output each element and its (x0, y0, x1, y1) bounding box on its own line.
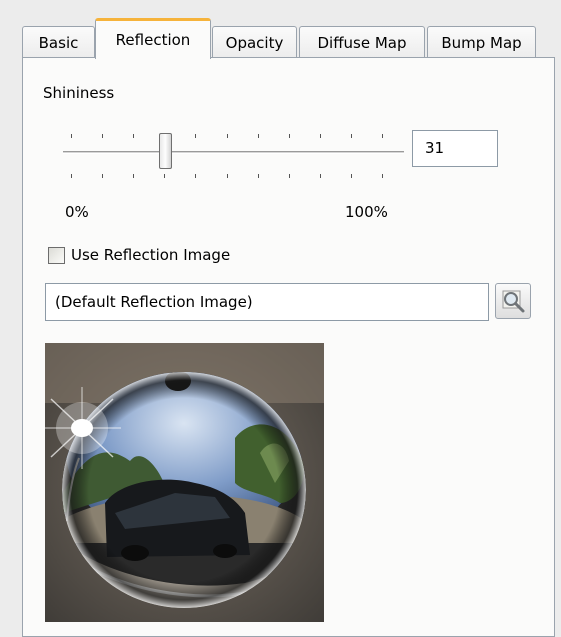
slider-tick (133, 174, 135, 178)
slider-tick (102, 174, 104, 178)
tab-basic[interactable]: Basic (22, 26, 95, 58)
slider-tick (350, 174, 352, 178)
slider-tick (288, 174, 290, 178)
slider-min-label: 0% (65, 203, 89, 221)
use-reflection-image-label[interactable]: Use Reflection Image (71, 246, 230, 264)
slider-max-label: 100% (345, 203, 388, 221)
slider-tick (164, 174, 166, 178)
slider-tick (257, 134, 259, 138)
reflection-panel: Shininess 31 0% 100% Use Reflection Imag… (22, 57, 555, 637)
slider-tick (288, 134, 290, 138)
slider-tick (382, 174, 383, 178)
slider-tick (102, 134, 104, 138)
reflection-image-preview (45, 343, 324, 622)
use-reflection-image-checkbox[interactable] (48, 247, 65, 264)
slider-tick (195, 174, 197, 178)
slider-tick (350, 134, 352, 138)
slider-tick (319, 134, 321, 138)
slider-tick (226, 134, 228, 138)
tab-diffuse-map[interactable]: Diffuse Map (299, 26, 425, 58)
slider-tick (71, 134, 72, 138)
tab-opacity[interactable]: Opacity (212, 26, 297, 58)
shininess-label: Shininess (43, 84, 115, 102)
slider-tick (257, 174, 259, 178)
slider-tick (319, 174, 321, 178)
browse-button[interactable] (495, 283, 531, 319)
slider-tick (195, 134, 197, 138)
shininess-value-input[interactable]: 31 (412, 130, 498, 167)
slider-tick (382, 134, 383, 138)
tab-reflection[interactable]: Reflection (95, 18, 211, 59)
slider-tick (71, 174, 72, 178)
reflection-image-path-field[interactable]: (Default Reflection Image) (45, 283, 489, 321)
slider-tick (133, 134, 135, 138)
chrome-sphere-image (45, 343, 324, 622)
magnifier-icon (502, 290, 525, 313)
slider-track[interactable] (63, 151, 404, 154)
slider-thumb[interactable] (158, 133, 172, 169)
slider-tick (226, 174, 228, 178)
tab-bump-map[interactable]: Bump Map (427, 26, 536, 58)
